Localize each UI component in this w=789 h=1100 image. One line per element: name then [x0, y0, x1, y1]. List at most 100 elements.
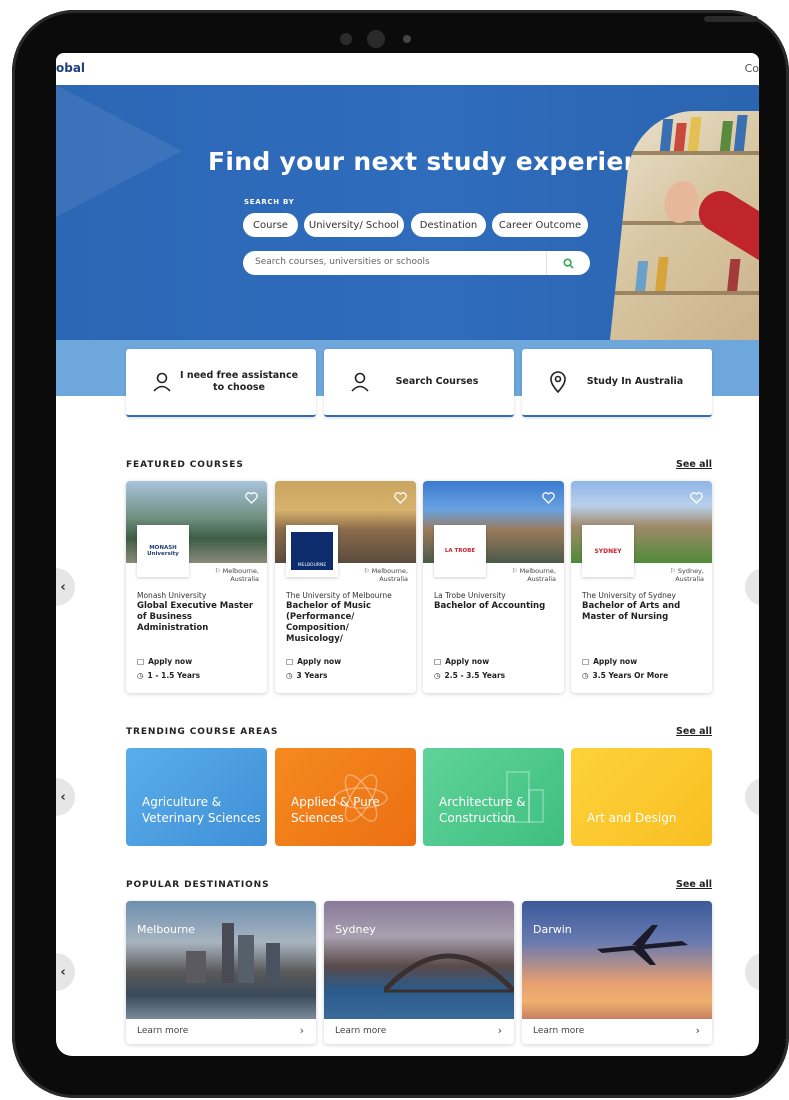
- area-label: Art and Design: [587, 810, 677, 825]
- university-logo: SYDNEY: [582, 525, 634, 577]
- chevron-right-icon[interactable]: ›: [696, 1024, 700, 1037]
- course-card[interactable]: MONASH University ⚐ Melbourne, Australia…: [126, 481, 267, 693]
- power-button: [704, 16, 758, 22]
- location-pin-icon: [546, 370, 570, 394]
- course-card[interactable]: SYDNEY ⚐ Sydney, Australia The Universit…: [571, 481, 712, 693]
- featured-prev-button[interactable]: ‹: [56, 568, 75, 606]
- calendar-icon: □: [582, 657, 590, 666]
- flag-icon: ⚐: [511, 567, 518, 575]
- clock-icon: ◷: [434, 671, 441, 680]
- person-arm: [690, 183, 759, 279]
- hero-title: Find your next study experience: [208, 147, 675, 176]
- learn-more-link[interactable]: Learn more: [335, 1026, 386, 1036]
- apply-now[interactable]: □ Apply now: [582, 657, 637, 666]
- course-name[interactable]: Global Executive Master of Business Admi…: [137, 601, 259, 634]
- destinations-see-all-link[interactable]: See all: [676, 879, 712, 890]
- clock-icon: ◷: [582, 671, 589, 680]
- person-icon: [348, 370, 372, 394]
- university-name: The University of Sydney: [582, 591, 676, 600]
- tab-destination[interactable]: Destination: [411, 213, 486, 237]
- destination-name: Darwin: [533, 923, 572, 936]
- assistance-label: I need free assistance to choose: [179, 369, 299, 393]
- university-logo: LA TROBE: [434, 525, 486, 577]
- course-name[interactable]: Bachelor of Music (Performance/ Composit…: [286, 601, 408, 645]
- hero-banner: Find your next study experience SEARCH B…: [56, 85, 759, 340]
- university-name: La Trobe University: [434, 591, 506, 600]
- destination-image: [522, 901, 712, 1019]
- area-card-art-design[interactable]: Art and Design: [571, 748, 712, 846]
- chevron-left-icon: ‹: [60, 579, 66, 595]
- destination-card-melbourne[interactable]: Melbourne Learn more ›: [126, 901, 316, 1044]
- course-card[interactable]: LA TROBE ⚐ Melbourne, Australia La Trobe…: [423, 481, 564, 693]
- chevron-right-icon[interactable]: ›: [498, 1024, 502, 1037]
- course-name[interactable]: Bachelor of Arts and Master of Nursing: [582, 601, 704, 623]
- heart-icon[interactable]: [542, 489, 555, 508]
- duration: ◷ 1 - 1.5 Years: [137, 671, 201, 680]
- university-logo: MELBOURNE: [286, 525, 338, 577]
- trending-prev-button[interactable]: ‹: [56, 778, 75, 816]
- clock-icon: ◷: [137, 671, 144, 680]
- search-courses-label: Search Courses: [395, 375, 479, 387]
- sensor-dot: [340, 33, 352, 45]
- destination-image: [126, 901, 316, 1019]
- destinations-next-button[interactable]: [745, 953, 759, 991]
- apply-now[interactable]: □ Apply now: [137, 657, 192, 666]
- area-label: Agriculture & Veterinary Sciences: [142, 794, 261, 825]
- tab-course[interactable]: Course: [243, 213, 298, 237]
- duration: ◷ 3 Years: [286, 671, 328, 680]
- flag-icon: ⚐: [669, 567, 676, 575]
- tab-career-outcome[interactable]: Career Outcome: [492, 213, 588, 237]
- location-label: ⚐ Melbourne, Australia: [363, 567, 408, 584]
- clock-icon: ◷: [286, 671, 293, 680]
- course-card[interactable]: MELBOURNE ⚐ Melbourne, Australia The Uni…: [275, 481, 416, 693]
- apply-now[interactable]: □ Apply now: [434, 657, 489, 666]
- chevron-left-icon: ‹: [60, 964, 66, 980]
- trending-next-button[interactable]: [745, 778, 759, 816]
- area-card-architecture[interactable]: Architecture & Construction: [423, 748, 564, 846]
- top-bar: obal Co: [56, 53, 759, 85]
- duration: ◷ 3.5 Years Or More: [582, 671, 669, 680]
- heart-icon[interactable]: [690, 489, 703, 508]
- heart-icon[interactable]: [245, 489, 258, 508]
- calendar-icon: □: [137, 657, 145, 666]
- university-logo: MONASH University: [137, 525, 189, 577]
- university-name: The University of Melbourne: [286, 591, 392, 600]
- location-label: ⚐ Melbourne, Australia: [214, 567, 259, 584]
- trending-see-all-link[interactable]: See all: [676, 726, 712, 737]
- destination-card-darwin[interactable]: Darwin Learn more ›: [522, 901, 712, 1044]
- featured-next-button[interactable]: [745, 568, 759, 606]
- search-button[interactable]: [546, 251, 590, 275]
- area-card-agriculture[interactable]: Agriculture & Veterinary Sciences: [126, 748, 267, 846]
- university-name: Monash University: [137, 591, 207, 600]
- study-in-australia-card[interactable]: Study In Australia: [522, 349, 712, 417]
- assistance-card[interactable]: I need free assistance to choose: [126, 349, 316, 417]
- search-placeholder: Search courses, universities or schools: [255, 257, 430, 267]
- destination-name: Melbourne: [137, 923, 196, 936]
- location-label: ⚐ Melbourne, Australia: [511, 567, 556, 584]
- area-label: Applied & Pure Sciences: [291, 794, 380, 825]
- trending-areas-title: TRENDING COURSE AREAS: [126, 727, 279, 737]
- heart-icon[interactable]: [394, 489, 407, 508]
- chevron-right-icon[interactable]: ›: [300, 1024, 304, 1037]
- apply-now[interactable]: □ Apply now: [286, 657, 341, 666]
- nav-link[interactable]: Co: [745, 62, 759, 75]
- flag-icon: ⚐: [214, 567, 221, 575]
- location-label: ⚐ Sydney, Australia: [669, 567, 704, 584]
- camera-lens: [367, 30, 385, 48]
- calendar-icon: □: [434, 657, 442, 666]
- area-card-applied-sciences[interactable]: Applied & Pure Sciences: [275, 748, 416, 846]
- search-icon: [563, 257, 574, 269]
- featured-see-all-link[interactable]: See all: [676, 459, 712, 470]
- search-input[interactable]: Search courses, universities or schools: [243, 251, 590, 275]
- destinations-prev-button[interactable]: ‹: [56, 953, 75, 991]
- tab-university-school[interactable]: University/ School: [304, 213, 404, 237]
- learn-more-link[interactable]: Learn more: [533, 1026, 584, 1036]
- search-courses-card[interactable]: Search Courses: [324, 349, 514, 417]
- site-logo[interactable]: obal: [56, 61, 85, 75]
- destination-card-sydney[interactable]: Sydney Learn more ›: [324, 901, 514, 1044]
- flag-icon: ⚐: [363, 567, 370, 575]
- learn-more-link[interactable]: Learn more: [137, 1026, 188, 1036]
- search-by-label: SEARCH BY: [244, 198, 295, 206]
- person-head: [662, 181, 701, 223]
- course-name[interactable]: Bachelor of Accounting: [434, 601, 556, 612]
